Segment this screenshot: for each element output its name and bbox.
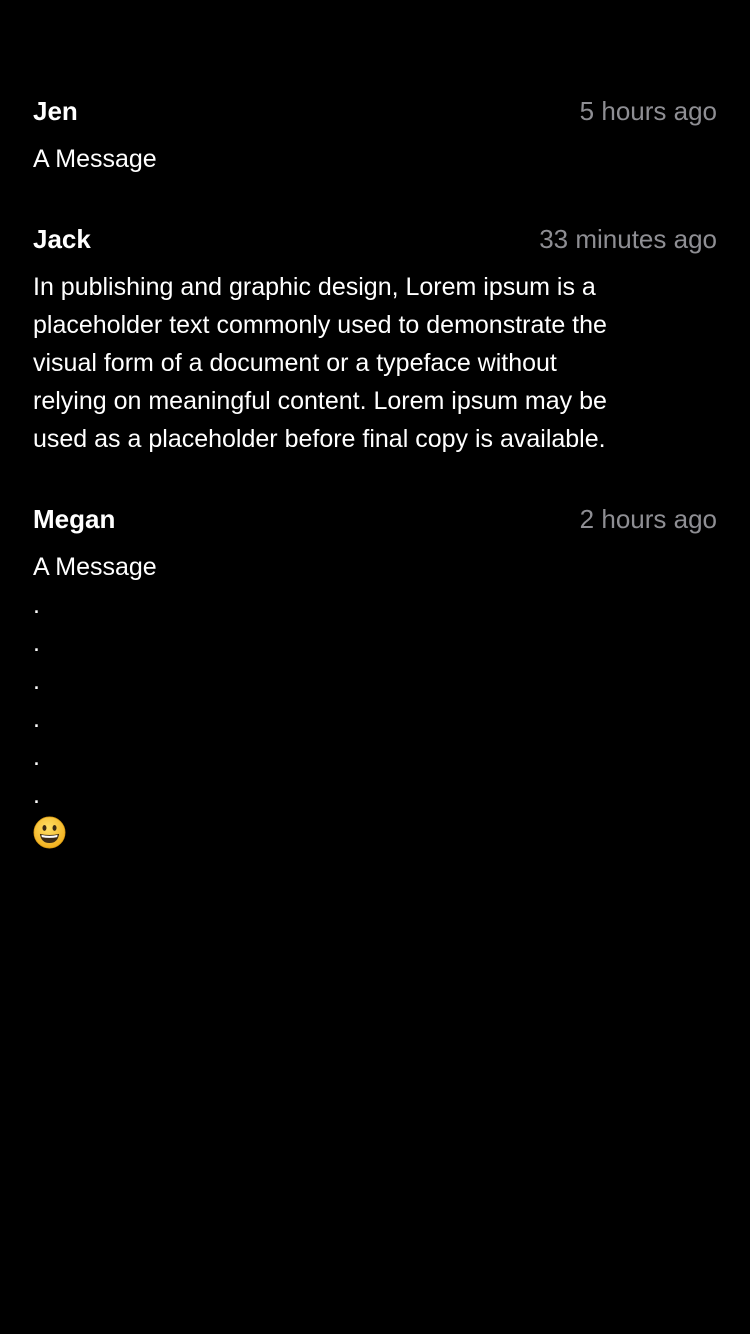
message-item[interactable]: Megan 2 hours ago A Message . . . . . . — [33, 498, 717, 849]
author-name: Megan — [33, 504, 116, 534]
grinning-face-icon — [33, 816, 66, 849]
message-screen: { "messages": [ { "author": "Jen", "time… — [0, 0, 750, 1334]
author-name: Jen — [33, 96, 78, 126]
message-header: Jack 33 minutes ago — [33, 218, 717, 260]
message-header: Jen 5 hours ago — [33, 90, 717, 132]
message-item[interactable]: Jack 33 minutes ago In publishing and gr… — [33, 218, 717, 458]
emoji-row — [33, 814, 717, 849]
message-text: In publishing and graphic design, Lorem … — [33, 273, 607, 453]
message-list: Jen 5 hours ago A Message Jack 33 minute… — [33, 90, 717, 889]
message-item[interactable]: Jen 5 hours ago A Message — [33, 90, 717, 178]
message-text: A Message . . . . . . — [33, 553, 157, 809]
message-time: 5 hours ago — [579, 96, 717, 126]
author-name: Jack — [33, 224, 91, 254]
message-time: 2 hours ago — [579, 504, 717, 534]
message-text: A Message — [33, 145, 157, 173]
message-time: 33 minutes ago — [539, 224, 717, 254]
message-header: Megan 2 hours ago — [33, 498, 717, 540]
